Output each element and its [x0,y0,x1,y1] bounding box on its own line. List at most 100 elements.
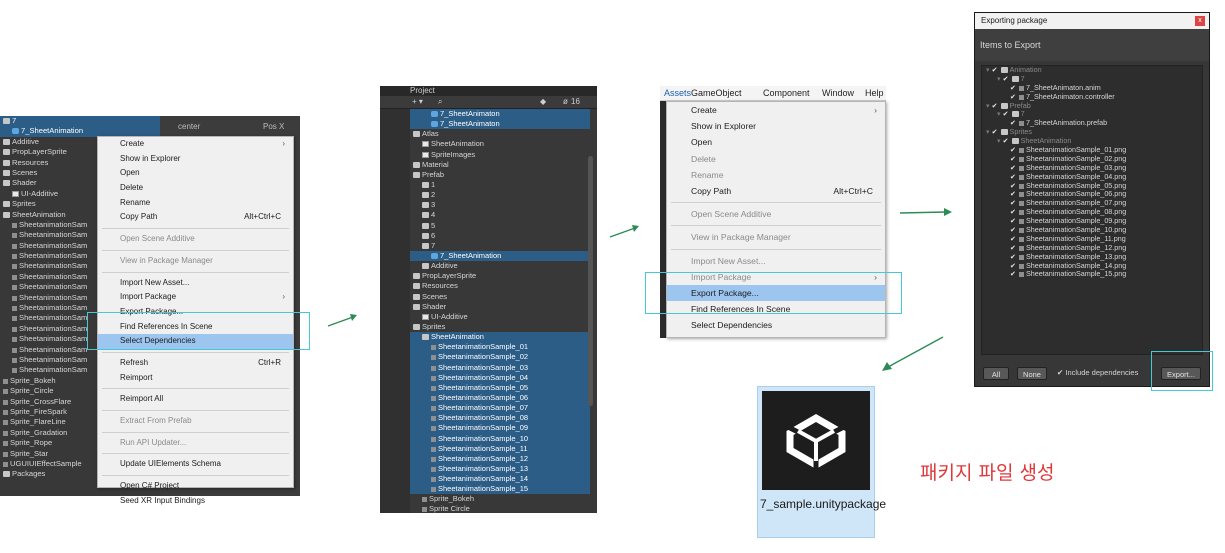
menubar-window[interactable]: Window [822,88,854,98]
foldout-arrow-icon[interactable]: ▾ [986,101,990,110]
menu-item-open[interactable]: Open [667,134,885,150]
menu-item-import-new-asset[interactable]: Import New Asset... [98,276,293,291]
foldout-arrow-icon[interactable]: ▾ [997,109,1001,119]
menu-item-view-in-package-manager[interactable]: View in Package Manager [667,229,885,245]
tree-row[interactable]: SheetanimationSample_02 [410,352,590,363]
project-tab[interactable]: Project [410,86,435,95]
menu-item-seed-xr-input-bindings[interactable]: Seed XR Input Bindings [98,494,293,509]
tree-row[interactable]: SheetanimationSample_13 [410,463,590,475]
select-all-button[interactable]: All [983,367,1009,380]
tree-row[interactable]: 3 [410,200,590,210]
menu-item-reimport-all[interactable]: Reimport All [98,392,293,407]
tree-row[interactable]: SheetanimationSample_06 [410,392,590,404]
menu-item-copy-path[interactable]: Copy Path Alt+Ctrl+C [667,183,885,199]
menu-item-import-package[interactable]: Import Package › [98,290,293,305]
tree-row[interactable]: Scenes [410,292,590,302]
tree-row[interactable]: SheetanimationSample_07 [410,403,590,414]
tree-row[interactable]: 6 [410,231,590,241]
menubar-component[interactable]: Component [763,88,810,98]
tree-row[interactable]: SheetanimationSample_03 [410,362,590,373]
foldout-arrow-icon[interactable]: ▾ [997,136,1001,145]
export-item-row[interactable]: ✔ SheetanimationSample_15.png [982,270,1202,279]
tree-row[interactable]: Sprite_Bokeh [410,494,590,504]
tree-row[interactable]: 7_SheetAnimation [410,250,590,262]
tree-row[interactable]: 7 [410,241,590,251]
menu-item-show-in-explorer[interactable]: Show in Explorer [667,118,885,134]
foldout-arrow-icon[interactable]: ▾ [997,74,1001,83]
tree-row[interactable]: 1 [410,180,590,190]
menu-item-delete[interactable]: Delete [98,181,293,196]
menu-item-select-dependencies[interactable]: Select Dependencies [667,317,885,333]
tree-row[interactable]: SheetanimationSample_15 [410,484,590,495]
tree-row[interactable]: Additive [410,261,590,271]
tree-row[interactable]: SheetanimationSample_11 [410,443,590,454]
tree-row[interactable]: SheetanimationSample_10 [410,433,590,444]
file-icon [1019,156,1024,162]
tree-row[interactable]: SheetAnimation [410,139,590,149]
menu-item-create[interactable]: Create › [667,102,885,118]
visibility-icon[interactable]: ø [563,97,568,106]
menu-item-view-in-package-manager[interactable]: View in Package Manager [98,254,293,269]
add-icon[interactable]: + ▾ [412,97,423,106]
menu-item-open-scene-additive[interactable]: Open Scene Additive [98,232,293,247]
menu-item-rename[interactable]: Rename [667,167,885,183]
package-file-item[interactable]: 7_sample.unitypackage [757,386,886,538]
tree-row[interactable]: PropLayerSprite [410,271,590,281]
tree-row[interactable]: Prefab [410,170,590,180]
tree-row[interactable]: 2 [410,190,590,200]
menu-item-open[interactable]: Open [98,166,293,181]
export-item-row[interactable]: ▾ ✔ Animation [982,65,1202,75]
tree-row[interactable]: Sprite Circle [410,504,590,513]
menu-item-create[interactable]: Create › [98,137,293,152]
tree-row[interactable]: SheetAnimation [410,332,590,343]
menu-item-open-c#-project[interactable]: Open C# Project [98,479,293,494]
include-dependencies-checkbox[interactable]: ✔ Include dependencies [1057,368,1138,377]
tree-row[interactable]: SheetanimationSample_09 [410,423,590,434]
menu-item-update-uielements-schema[interactable]: Update UIElements Schema [98,457,293,472]
menu-item-reimport[interactable]: Reimport [98,371,293,386]
menu-item-rename[interactable]: Rename [98,196,293,211]
tree-row[interactable]: 5 [410,221,590,231]
tree-row[interactable]: SpriteImages [410,150,590,160]
menu-item-import-new-asset[interactable]: Import New Asset... [667,253,885,269]
select-none-button[interactable]: None [1017,367,1047,380]
tree-row[interactable]: SheetanimationSample_01 [410,342,590,353]
menu-item-run-api-updater[interactable]: Run API Updater... [98,436,293,451]
menu-item-show-in-explorer[interactable]: Show in Explorer [98,152,293,167]
tree-row[interactable]: Shader [410,302,590,312]
file-icon [422,313,429,320]
close-icon[interactable]: x [1195,16,1205,26]
menu-item-open-scene-additive[interactable]: Open Scene Additive [667,206,885,222]
menu-item-extract-from-prefab[interactable]: Extract From Prefab [98,414,293,429]
tree-row[interactable]: SheetanimationSample_12 [410,453,590,464]
export-item-row[interactable]: ▾ ✔ Prefab [982,101,1202,111]
scrollbar[interactable] [588,156,593,406]
checkbox-icon[interactable]: ✔ [1010,271,1016,280]
menubar-gameobject[interactable]: GameObject [691,88,742,98]
foldout-arrow-icon[interactable]: ▾ [986,127,990,136]
menubar-assets[interactable]: Assets [664,88,691,98]
menu-item-copy-path[interactable]: Copy Path Alt+Ctrl+C [98,210,293,225]
tree-row[interactable]: Sprites [410,322,590,332]
filter-icon[interactable]: ◆ [540,97,546,106]
export-item-row[interactable]: ▾ ✔ Sprites [982,127,1202,137]
tree-row[interactable]: 7 [0,116,160,127]
tree-row[interactable]: SheetanimationSample_08 [410,413,590,424]
tree-row[interactable]: 7_SheetAnimaton [410,119,590,130]
tree-row[interactable]: SheetanimationSample_14 [410,474,590,485]
tree-row[interactable]: UI-Additive [410,312,590,322]
tree-row[interactable]: Resources [410,281,590,291]
search-icon[interactable]: ⌕ [438,97,442,107]
menu-item-delete[interactable]: Delete [667,151,885,167]
tree-row-label: Material [422,159,449,169]
tree-row[interactable]: Material [410,160,590,170]
foldout-arrow-icon[interactable]: ▾ [986,65,990,74]
tree-row[interactable]: 4 [410,210,590,220]
tree-row[interactable]: SheetanimationSample_05 [410,382,590,393]
tree-row[interactable]: 7_SheetAnimaton [410,109,590,120]
tree-row[interactable]: SheetanimationSample_04 [410,372,590,383]
menu-separator [671,225,881,227]
menu-item-refresh[interactable]: Refresh Ctrl+R [98,356,293,371]
tree-row[interactable]: Atlas [410,129,590,139]
menubar-help[interactable]: Help [865,88,884,98]
